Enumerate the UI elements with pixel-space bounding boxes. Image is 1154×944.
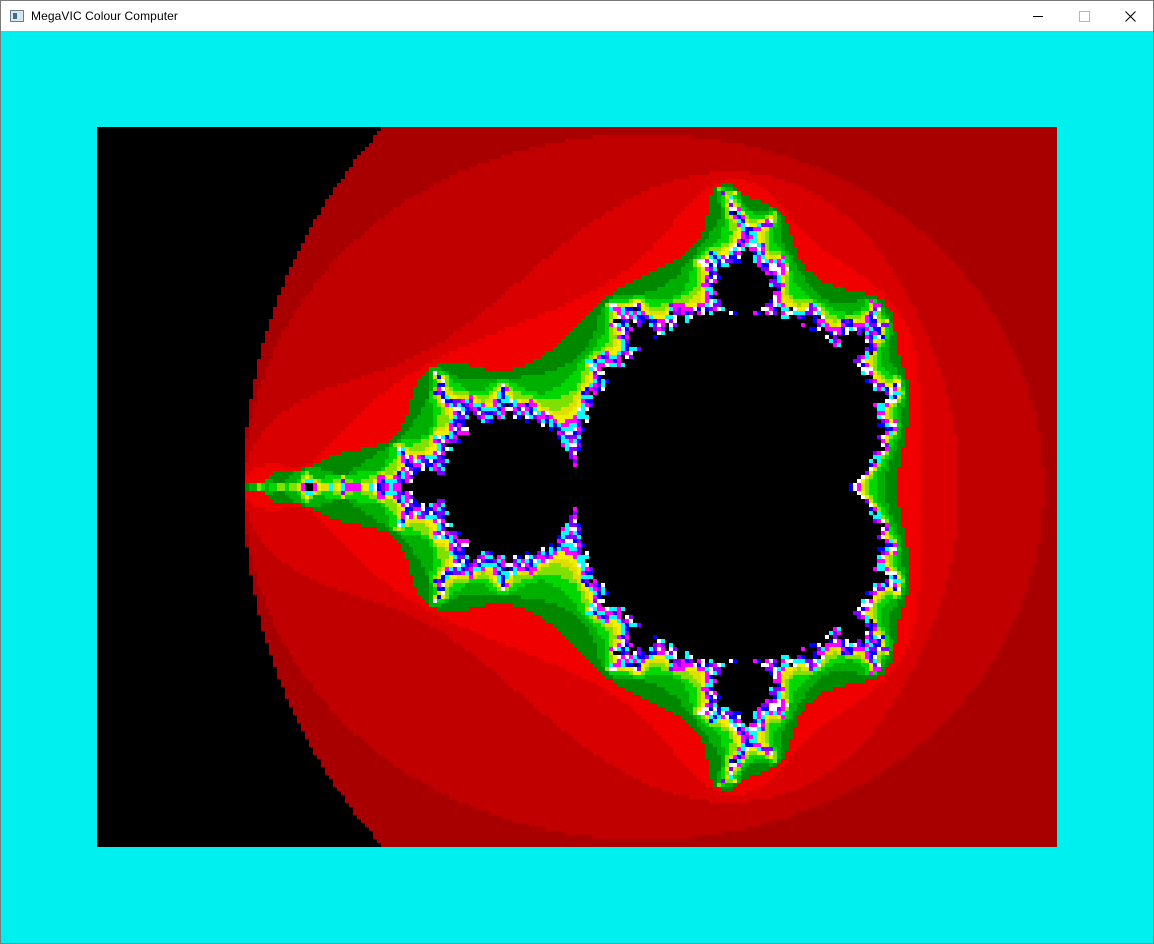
window-controls [1015, 1, 1153, 31]
minimize-icon [1033, 15, 1043, 17]
mandelbrot-fractal-image [97, 127, 1057, 847]
close-button[interactable] [1107, 1, 1153, 31]
display-border [1, 31, 1153, 943]
title-bar[interactable]: MegaVIC Colour Computer [1, 1, 1153, 31]
minimize-button[interactable] [1015, 1, 1061, 31]
app-window: MegaVIC Colour Computer [0, 0, 1154, 944]
maximize-icon [1078, 10, 1090, 22]
maximize-button[interactable] [1061, 1, 1107, 31]
window-title: MegaVIC Colour Computer [31, 9, 179, 23]
display-screen[interactable] [97, 127, 1057, 847]
app-window-icon[interactable] [10, 10, 24, 22]
close-icon [1124, 10, 1136, 22]
